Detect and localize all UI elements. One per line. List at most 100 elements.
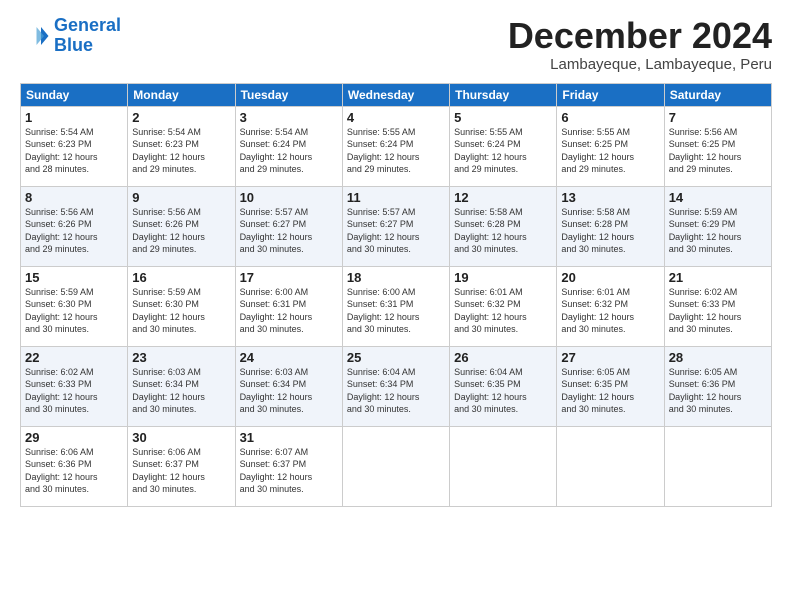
- calendar: Sunday Monday Tuesday Wednesday Thursday…: [20, 83, 772, 507]
- day-info: Sunrise: 5:54 AM Sunset: 6:23 PM Dayligh…: [25, 126, 123, 176]
- day-info: Sunrise: 6:05 AM Sunset: 6:36 PM Dayligh…: [669, 366, 767, 416]
- day-number: 16: [132, 270, 230, 285]
- day-number: 1: [25, 110, 123, 125]
- day-info: Sunrise: 6:06 AM Sunset: 6:36 PM Dayligh…: [25, 446, 123, 496]
- day-info: Sunrise: 6:07 AM Sunset: 6:37 PM Dayligh…: [240, 446, 338, 496]
- calendar-cell: 25Sunrise: 6:04 AM Sunset: 6:34 PM Dayli…: [342, 346, 449, 426]
- day-info: Sunrise: 5:58 AM Sunset: 6:28 PM Dayligh…: [561, 206, 659, 256]
- logo-text: General Blue: [54, 16, 121, 56]
- title-block: December 2024 Lambayeque, Lambayeque, Pe…: [508, 16, 772, 73]
- logo: General Blue: [20, 16, 121, 56]
- calendar-cell: 31Sunrise: 6:07 AM Sunset: 6:37 PM Dayli…: [235, 426, 342, 506]
- week-row-1: 1Sunrise: 5:54 AM Sunset: 6:23 PM Daylig…: [21, 106, 772, 186]
- subtitle: Lambayeque, Lambayeque, Peru: [508, 56, 772, 73]
- calendar-cell: 9Sunrise: 5:56 AM Sunset: 6:26 PM Daylig…: [128, 186, 235, 266]
- calendar-cell: 14Sunrise: 5:59 AM Sunset: 6:29 PM Dayli…: [664, 186, 771, 266]
- day-number: 29: [25, 430, 123, 445]
- calendar-cell: 16Sunrise: 5:59 AM Sunset: 6:30 PM Dayli…: [128, 266, 235, 346]
- calendar-cell: 2Sunrise: 5:54 AM Sunset: 6:23 PM Daylig…: [128, 106, 235, 186]
- calendar-cell: 10Sunrise: 5:57 AM Sunset: 6:27 PM Dayli…: [235, 186, 342, 266]
- day-info: Sunrise: 6:02 AM Sunset: 6:33 PM Dayligh…: [25, 366, 123, 416]
- calendar-cell: 24Sunrise: 6:03 AM Sunset: 6:34 PM Dayli…: [235, 346, 342, 426]
- day-number: 9: [132, 190, 230, 205]
- day-number: 17: [240, 270, 338, 285]
- day-info: Sunrise: 5:56 AM Sunset: 6:25 PM Dayligh…: [669, 126, 767, 176]
- day-info: Sunrise: 5:55 AM Sunset: 6:24 PM Dayligh…: [347, 126, 445, 176]
- day-number: 30: [132, 430, 230, 445]
- day-number: 28: [669, 350, 767, 365]
- calendar-cell: 8Sunrise: 5:56 AM Sunset: 6:26 PM Daylig…: [21, 186, 128, 266]
- calendar-cell: 13Sunrise: 5:58 AM Sunset: 6:28 PM Dayli…: [557, 186, 664, 266]
- calendar-cell: 4Sunrise: 5:55 AM Sunset: 6:24 PM Daylig…: [342, 106, 449, 186]
- day-number: 11: [347, 190, 445, 205]
- calendar-cell: 1Sunrise: 5:54 AM Sunset: 6:23 PM Daylig…: [21, 106, 128, 186]
- col-sunday: Sunday: [21, 83, 128, 106]
- page: General Blue December 2024 Lambayeque, L…: [0, 0, 792, 612]
- day-info: Sunrise: 6:04 AM Sunset: 6:34 PM Dayligh…: [347, 366, 445, 416]
- calendar-cell: 27Sunrise: 6:05 AM Sunset: 6:35 PM Dayli…: [557, 346, 664, 426]
- calendar-cell: 18Sunrise: 6:00 AM Sunset: 6:31 PM Dayli…: [342, 266, 449, 346]
- calendar-cell: 20Sunrise: 6:01 AM Sunset: 6:32 PM Dayli…: [557, 266, 664, 346]
- calendar-cell: 29Sunrise: 6:06 AM Sunset: 6:36 PM Dayli…: [21, 426, 128, 506]
- calendar-cell: 19Sunrise: 6:01 AM Sunset: 6:32 PM Dayli…: [450, 266, 557, 346]
- calendar-cell: 15Sunrise: 5:59 AM Sunset: 6:30 PM Dayli…: [21, 266, 128, 346]
- calendar-cell: [664, 426, 771, 506]
- day-info: Sunrise: 5:54 AM Sunset: 6:23 PM Dayligh…: [132, 126, 230, 176]
- col-wednesday: Wednesday: [342, 83, 449, 106]
- logo-line2: Blue: [54, 35, 93, 55]
- day-info: Sunrise: 6:03 AM Sunset: 6:34 PM Dayligh…: [132, 366, 230, 416]
- day-number: 21: [669, 270, 767, 285]
- day-number: 25: [347, 350, 445, 365]
- day-number: 14: [669, 190, 767, 205]
- day-number: 2: [132, 110, 230, 125]
- day-number: 27: [561, 350, 659, 365]
- calendar-cell: [557, 426, 664, 506]
- day-info: Sunrise: 6:05 AM Sunset: 6:35 PM Dayligh…: [561, 366, 659, 416]
- month-title: December 2024: [508, 16, 772, 56]
- day-info: Sunrise: 6:01 AM Sunset: 6:32 PM Dayligh…: [454, 286, 552, 336]
- day-info: Sunrise: 5:57 AM Sunset: 6:27 PM Dayligh…: [240, 206, 338, 256]
- day-info: Sunrise: 5:59 AM Sunset: 6:30 PM Dayligh…: [25, 286, 123, 336]
- day-info: Sunrise: 6:06 AM Sunset: 6:37 PM Dayligh…: [132, 446, 230, 496]
- calendar-cell: 3Sunrise: 5:54 AM Sunset: 6:24 PM Daylig…: [235, 106, 342, 186]
- calendar-cell: [450, 426, 557, 506]
- day-info: Sunrise: 6:02 AM Sunset: 6:33 PM Dayligh…: [669, 286, 767, 336]
- day-info: Sunrise: 5:59 AM Sunset: 6:29 PM Dayligh…: [669, 206, 767, 256]
- calendar-cell: 23Sunrise: 6:03 AM Sunset: 6:34 PM Dayli…: [128, 346, 235, 426]
- day-number: 31: [240, 430, 338, 445]
- logo-icon: [20, 21, 50, 51]
- day-info: Sunrise: 6:00 AM Sunset: 6:31 PM Dayligh…: [347, 286, 445, 336]
- calendar-cell: 17Sunrise: 6:00 AM Sunset: 6:31 PM Dayli…: [235, 266, 342, 346]
- col-friday: Friday: [557, 83, 664, 106]
- calendar-cell: 26Sunrise: 6:04 AM Sunset: 6:35 PM Dayli…: [450, 346, 557, 426]
- calendar-cell: 12Sunrise: 5:58 AM Sunset: 6:28 PM Dayli…: [450, 186, 557, 266]
- day-number: 20: [561, 270, 659, 285]
- day-number: 12: [454, 190, 552, 205]
- day-info: Sunrise: 6:04 AM Sunset: 6:35 PM Dayligh…: [454, 366, 552, 416]
- day-info: Sunrise: 6:00 AM Sunset: 6:31 PM Dayligh…: [240, 286, 338, 336]
- day-number: 24: [240, 350, 338, 365]
- day-info: Sunrise: 5:55 AM Sunset: 6:24 PM Dayligh…: [454, 126, 552, 176]
- day-number: 19: [454, 270, 552, 285]
- day-number: 13: [561, 190, 659, 205]
- header: General Blue December 2024 Lambayeque, L…: [20, 16, 772, 73]
- week-row-2: 8Sunrise: 5:56 AM Sunset: 6:26 PM Daylig…: [21, 186, 772, 266]
- day-info: Sunrise: 5:56 AM Sunset: 6:26 PM Dayligh…: [25, 206, 123, 256]
- col-monday: Monday: [128, 83, 235, 106]
- day-number: 18: [347, 270, 445, 285]
- day-number: 7: [669, 110, 767, 125]
- day-number: 8: [25, 190, 123, 205]
- day-info: Sunrise: 5:59 AM Sunset: 6:30 PM Dayligh…: [132, 286, 230, 336]
- col-tuesday: Tuesday: [235, 83, 342, 106]
- logo-line1: General: [54, 15, 121, 35]
- day-info: Sunrise: 5:58 AM Sunset: 6:28 PM Dayligh…: [454, 206, 552, 256]
- calendar-cell: [342, 426, 449, 506]
- day-number: 5: [454, 110, 552, 125]
- day-number: 4: [347, 110, 445, 125]
- calendar-cell: 21Sunrise: 6:02 AM Sunset: 6:33 PM Dayli…: [664, 266, 771, 346]
- calendar-cell: 5Sunrise: 5:55 AM Sunset: 6:24 PM Daylig…: [450, 106, 557, 186]
- day-number: 15: [25, 270, 123, 285]
- week-row-3: 15Sunrise: 5:59 AM Sunset: 6:30 PM Dayli…: [21, 266, 772, 346]
- day-number: 23: [132, 350, 230, 365]
- day-info: Sunrise: 6:03 AM Sunset: 6:34 PM Dayligh…: [240, 366, 338, 416]
